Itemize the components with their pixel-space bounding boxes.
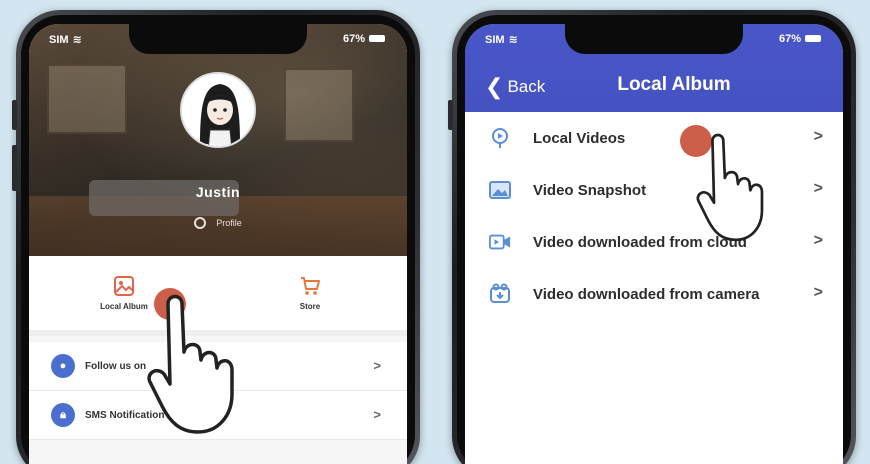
store-label: Store [299, 302, 321, 311]
background-window [284, 68, 354, 142]
chevron-right-icon: > [813, 232, 823, 249]
wifi-icon: ≋ [72, 34, 82, 46]
image-icon [114, 276, 134, 296]
chevron-right-icon: > [373, 407, 381, 422]
store-button[interactable]: Store [255, 274, 365, 311]
user-name: Justin [195, 184, 241, 200]
background-window [47, 64, 127, 134]
profile-link-label: Profile [216, 218, 242, 228]
gear-icon [194, 217, 207, 229]
notch [129, 24, 307, 54]
carrier-label: SIM ≋ [49, 34, 82, 46]
chat-icon: ● [51, 354, 75, 378]
lock-icon: 🔒︎ [51, 403, 75, 427]
pointing-hand-icon [147, 294, 234, 434]
wifi-icon: ≋ [508, 34, 518, 46]
profile-link[interactable]: Profile [29, 217, 407, 229]
cart-icon [301, 277, 320, 295]
list-item-label: Video downloaded from camera [533, 285, 760, 303]
notch [565, 24, 743, 54]
list-item-camera-video[interactable]: Video downloaded from camera > [465, 268, 843, 320]
volume-button [12, 100, 17, 130]
video-camera-icon [489, 231, 511, 253]
avatar[interactable] [180, 72, 256, 148]
chevron-right-icon: > [373, 358, 381, 373]
chevron-right-icon: > [813, 180, 823, 197]
battery-indicator: 67% [343, 33, 385, 45]
video-pin-icon [489, 127, 511, 149]
battery-indicator: 67% [779, 33, 821, 45]
list-item-label: Video Snapshot [533, 181, 647, 199]
chevron-right-icon: > [813, 284, 823, 301]
camera-download-icon [489, 283, 511, 305]
avatar-girl-icon [182, 74, 254, 146]
volume-button [12, 145, 17, 191]
chevron-right-icon: > [813, 128, 823, 145]
carrier-label: SIM ≋ [485, 34, 518, 46]
picture-icon [489, 179, 511, 201]
page-title: Local Album [617, 74, 731, 95]
list-item-label: Local Videos [533, 129, 626, 147]
profile-header: Justin Profile [29, 24, 407, 256]
menu-item-label: Follow us on [85, 360, 147, 372]
pointing-hand-icon [696, 133, 764, 242]
local-album-label: Local Album [100, 302, 148, 311]
instruction-background: Justin Profile SIM ≋ 67% Local Album Sto… [0, 0, 870, 464]
volume-button [448, 100, 453, 130]
